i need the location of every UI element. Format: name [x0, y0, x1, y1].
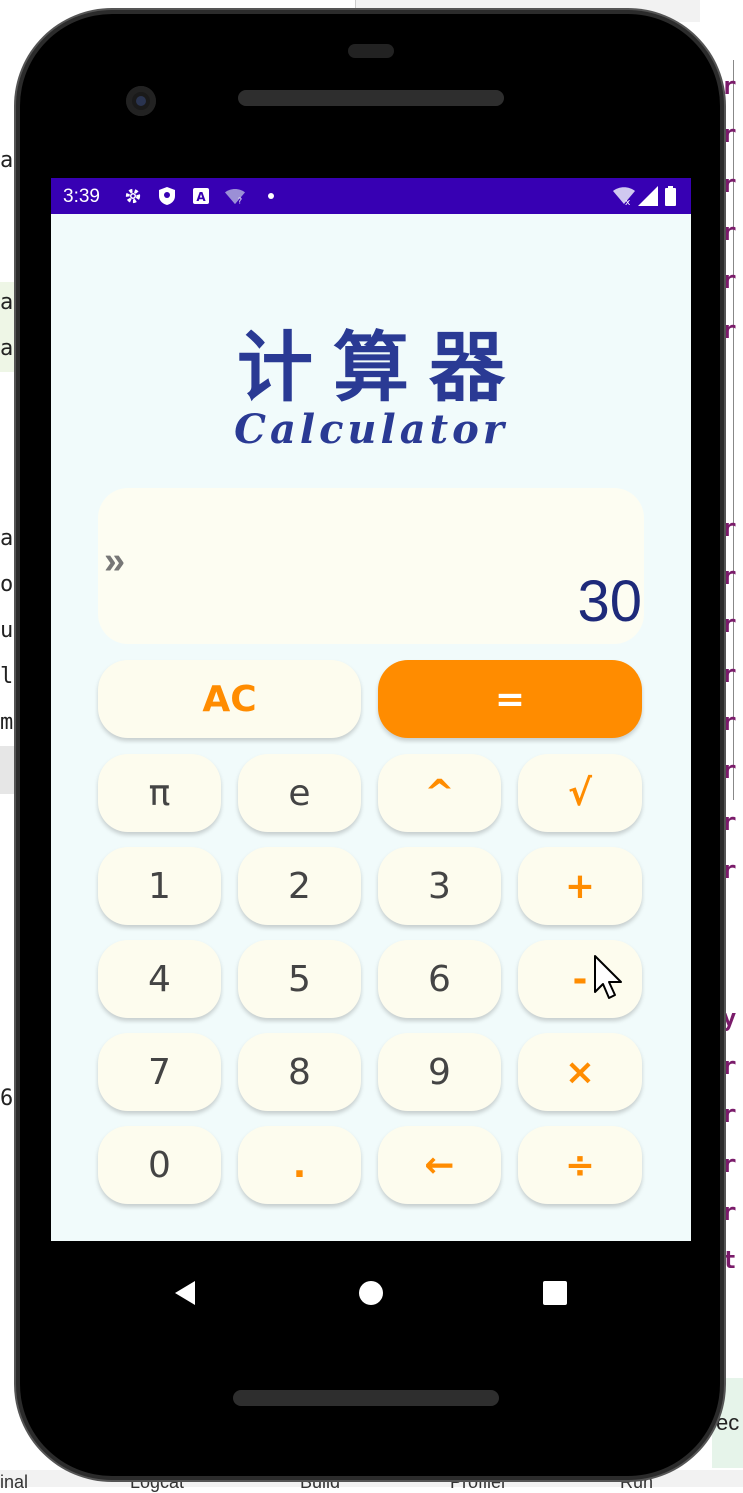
- status-bar: 3:39 A ? x: [51, 178, 691, 214]
- ide-fragment: l: [0, 664, 14, 689]
- digit-2-button[interactable]: 2: [238, 847, 361, 925]
- front-camera-icon: [126, 86, 156, 116]
- digit-3-button[interactable]: 3: [378, 847, 501, 925]
- digit-7-button[interactable]: 7: [98, 1033, 221, 1111]
- divide-button[interactable]: ÷: [518, 1126, 642, 1204]
- result-display: » 30: [98, 488, 644, 644]
- digit-9-button[interactable]: 9: [378, 1033, 501, 1111]
- ide-code-letter: r: [722, 756, 737, 784]
- plus-button[interactable]: +: [518, 847, 642, 925]
- ide-code-letter: r: [722, 1052, 737, 1080]
- svg-text:?: ?: [238, 195, 242, 205]
- gear-icon: [123, 186, 143, 206]
- digit-5-button[interactable]: 5: [238, 940, 361, 1018]
- digit-1-button[interactable]: 1: [98, 847, 221, 925]
- ide-code-letter: r: [722, 562, 737, 590]
- wifi-question-icon: ?: [225, 186, 245, 206]
- signal-icon: [638, 186, 658, 206]
- digit-4-button[interactable]: 4: [98, 940, 221, 1018]
- app-title-english: Calculator: [234, 406, 508, 453]
- digit-8-button[interactable]: 8: [238, 1033, 361, 1111]
- ide-code-letter: r: [722, 808, 737, 836]
- ide-code-letter: t: [722, 1246, 737, 1274]
- app-title-chinese: 计算器: [237, 323, 525, 412]
- mouse-cursor-icon: [594, 955, 622, 999]
- battery-icon: [665, 186, 676, 206]
- equals-button[interactable]: =: [378, 660, 642, 738]
- result-value: 30: [577, 569, 642, 634]
- ide-code-letter: r: [722, 1100, 737, 1128]
- ide-code-letter: r: [722, 316, 737, 344]
- pi-button[interactable]: π: [98, 754, 221, 832]
- proximity-sensor: [348, 44, 394, 58]
- digit-0-button[interactable]: 0: [98, 1126, 221, 1204]
- recents-icon[interactable]: [543, 1281, 567, 1305]
- ide-code-letter: r: [722, 72, 737, 100]
- status-time: 3:39: [63, 186, 100, 207]
- ide-code-letter: r: [722, 218, 737, 246]
- clear-button[interactable]: AC: [98, 660, 361, 738]
- digit-6-button[interactable]: 6: [378, 940, 501, 1018]
- ide-code-letter: r: [722, 120, 737, 148]
- shield-icon: [157, 186, 177, 206]
- decimal-point-button[interactable]: .: [238, 1126, 361, 1204]
- wifi-x-icon: x: [613, 187, 635, 206]
- ide-code-letter: r: [722, 514, 737, 542]
- prompt-chevron-icon: »: [104, 540, 126, 582]
- phone-frame: 3:39 A ? x 计算器 Calculator » 30 AC = π e …: [20, 14, 720, 1476]
- ide-code-letter: r: [722, 266, 737, 294]
- dot-icon: [261, 186, 281, 206]
- svg-text:A: A: [196, 190, 206, 204]
- multiply-button[interactable]: ×: [518, 1033, 642, 1111]
- back-icon[interactable]: [175, 1281, 195, 1305]
- navigation-bar: [51, 1241, 691, 1321]
- ide-fragment: ec: [716, 1410, 740, 1435]
- ide-code-letter: y: [722, 1004, 737, 1032]
- earpiece-speaker: [238, 90, 504, 106]
- ide-code-letter: r: [722, 1198, 737, 1226]
- power-op-button[interactable]: ^: [378, 754, 501, 832]
- a-box-icon: A: [191, 186, 211, 206]
- backspace-button[interactable]: ←: [378, 1126, 501, 1204]
- bottom-speaker: [233, 1390, 499, 1406]
- ide-code-letter: r: [722, 856, 737, 884]
- sqrt-button[interactable]: √: [518, 754, 642, 832]
- phone-screen: 3:39 A ? x 计算器 Calculator » 30 AC = π e …: [51, 178, 691, 1241]
- home-icon[interactable]: [359, 1281, 383, 1305]
- svg-text:x: x: [625, 198, 631, 206]
- ide-code-letter: r: [722, 170, 737, 198]
- ide-tab-terminal[interactable]: inal: [0, 1472, 28, 1493]
- ide-code-letter: r: [722, 1150, 737, 1178]
- e-button[interactable]: e: [238, 754, 361, 832]
